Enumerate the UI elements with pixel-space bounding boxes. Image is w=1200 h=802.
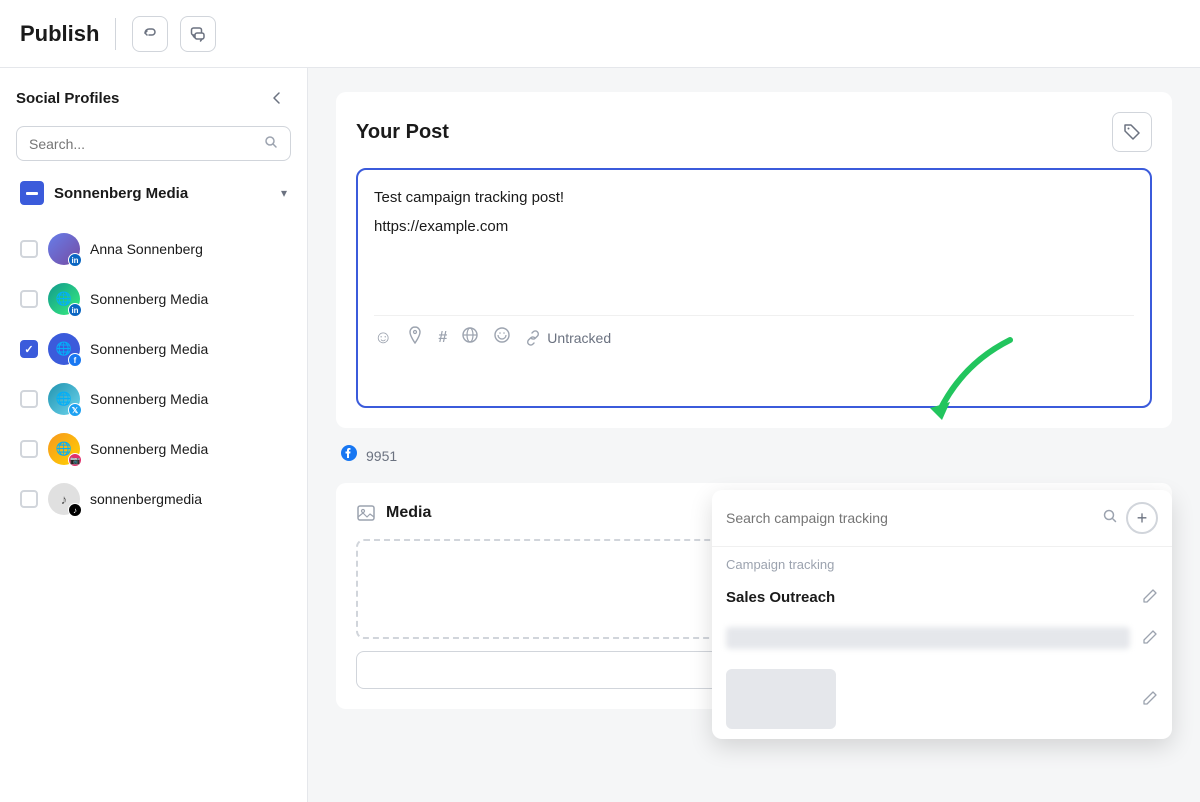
app-header: Publish <box>0 0 1200 68</box>
org-row[interactable]: Sonnenberg Media ▾ <box>16 175 291 211</box>
profile-checkbox-5[interactable] <box>20 440 38 458</box>
profile-checkbox-2[interactable] <box>20 290 38 308</box>
profile-name: Sonnenberg Media <box>90 391 287 407</box>
campaign-search-row: + <box>712 490 1172 547</box>
avatar: 🌐 in <box>48 283 80 315</box>
profile-name: Sonnenberg Media <box>90 441 287 457</box>
your-post-section: Your Post Test campaign tracking post! h… <box>336 92 1172 428</box>
app-title: Publish <box>20 21 99 47</box>
avatar: ♪ ♪ <box>48 483 80 515</box>
profile-search-box[interactable] <box>16 126 291 161</box>
list-item[interactable]: 🌐 f Sonnenberg Media <box>16 325 291 373</box>
chevron-down-icon: ▾ <box>281 186 287 200</box>
chevron-left-icon <box>270 91 284 105</box>
sidebar: Social Profiles Sonnenberg Media ▾ <box>0 68 308 802</box>
profile-name: Sonnenberg Media <box>90 291 287 307</box>
list-item[interactable]: 🌐 in Sonnenberg Media <box>16 275 291 323</box>
post-title: Your Post <box>356 121 449 144</box>
profile-name: sonnenbergmedia <box>90 491 287 507</box>
profile-checkbox-3[interactable] <box>20 340 38 358</box>
profile-checkbox-6[interactable] <box>20 490 38 508</box>
facebook-count: 9951 <box>366 448 397 464</box>
media-icon <box>356 503 376 523</box>
list-item[interactable]: in Anna Sonnenberg <box>16 225 291 273</box>
comments-button[interactable] <box>180 16 216 52</box>
post-text-line1: Test campaign tracking post! <box>374 186 1134 210</box>
profile-search-input[interactable] <box>29 136 256 152</box>
globe-icon[interactable] <box>461 326 479 349</box>
avatar: 🌐 𝕏 <box>48 383 80 415</box>
facebook-count-row: 9951 <box>336 444 1172 467</box>
campaign-add-button[interactable]: + <box>1126 502 1158 534</box>
campaign-add-label: + <box>1137 508 1148 529</box>
header-divider <box>115 18 116 50</box>
profile-list: in Anna Sonnenberg 🌐 in Sonnenberg Media… <box>16 225 291 523</box>
campaign-item-blurred-2[interactable] <box>712 659 1172 739</box>
app-layout: Social Profiles Sonnenberg Media ▾ <box>0 68 1200 802</box>
org-name: Sonnenberg Media <box>54 185 271 202</box>
comments-icon <box>190 26 206 42</box>
platform-badge: ♪ <box>68 503 82 517</box>
list-item[interactable]: ♪ ♪ sonnenbergmedia <box>16 475 291 523</box>
platform-badge: 📷 <box>68 453 82 467</box>
campaign-edit-icon[interactable] <box>1142 588 1158 607</box>
campaign-item-name: Sales Outreach <box>726 589 835 606</box>
emoji-icon[interactable]: ☺ <box>374 327 392 348</box>
search-icon <box>264 135 278 152</box>
post-editor[interactable]: Test campaign tracking post! https://exa… <box>356 168 1152 408</box>
platform-badge: in <box>68 253 82 267</box>
avatar: in <box>48 233 80 265</box>
main-content: Your Post Test campaign tracking post! h… <box>308 68 1200 802</box>
post-toolbar: ☺ # <box>374 315 1134 349</box>
org-icon <box>20 181 44 205</box>
campaign-item-sales-outreach[interactable]: Sales Outreach <box>712 578 1172 617</box>
tag-icon <box>1122 122 1142 142</box>
campaign-section-label: Campaign tracking <box>712 547 1172 578</box>
tag-button[interactable] <box>1112 112 1152 152</box>
list-item[interactable]: 🌐 𝕏 Sonnenberg Media <box>16 375 291 423</box>
media-title: Media <box>386 504 431 522</box>
sidebar-title: Social Profiles <box>16 90 119 107</box>
avatar: 🌐 f <box>48 333 80 365</box>
platform-badge: f <box>68 353 82 367</box>
profile-name: Anna Sonnenberg <box>90 241 287 257</box>
undo-icon <box>142 26 158 42</box>
untracked-button[interactable]: Untracked <box>525 330 611 346</box>
campaign-edit-icon-3[interactable] <box>1142 690 1158 709</box>
post-header: Your Post <box>356 112 1152 152</box>
org-icon-bar <box>26 192 38 195</box>
mention-icon[interactable] <box>493 326 511 349</box>
link-icon <box>525 330 541 346</box>
post-text-line2: https://example.com <box>374 218 1134 235</box>
hashtag-icon[interactable]: # <box>438 329 447 347</box>
list-item[interactable]: 🌐 📷 Sonnenberg Media <box>16 425 291 473</box>
campaign-search-input[interactable] <box>726 510 1094 526</box>
undo-button[interactable] <box>132 16 168 52</box>
sidebar-collapse-button[interactable] <box>263 84 291 112</box>
profile-checkbox-4[interactable] <box>20 390 38 408</box>
campaign-item-blurred-1[interactable] <box>712 617 1172 659</box>
platform-badge: in <box>68 303 82 317</box>
platform-badge: 𝕏 <box>68 403 82 417</box>
sidebar-header: Social Profiles <box>16 84 291 112</box>
avatar: 🌐 📷 <box>48 433 80 465</box>
campaign-edit-icon-2[interactable] <box>1142 629 1158 648</box>
untracked-label: Untracked <box>547 330 611 346</box>
campaign-tracking-dropdown: + Campaign tracking Sales Outreach <box>712 490 1172 739</box>
location-icon[interactable] <box>406 326 424 349</box>
facebook-icon <box>340 444 358 467</box>
profile-name: Sonnenberg Media <box>90 341 287 357</box>
profile-checkbox-1[interactable] <box>20 240 38 258</box>
campaign-search-icon <box>1102 508 1118 529</box>
